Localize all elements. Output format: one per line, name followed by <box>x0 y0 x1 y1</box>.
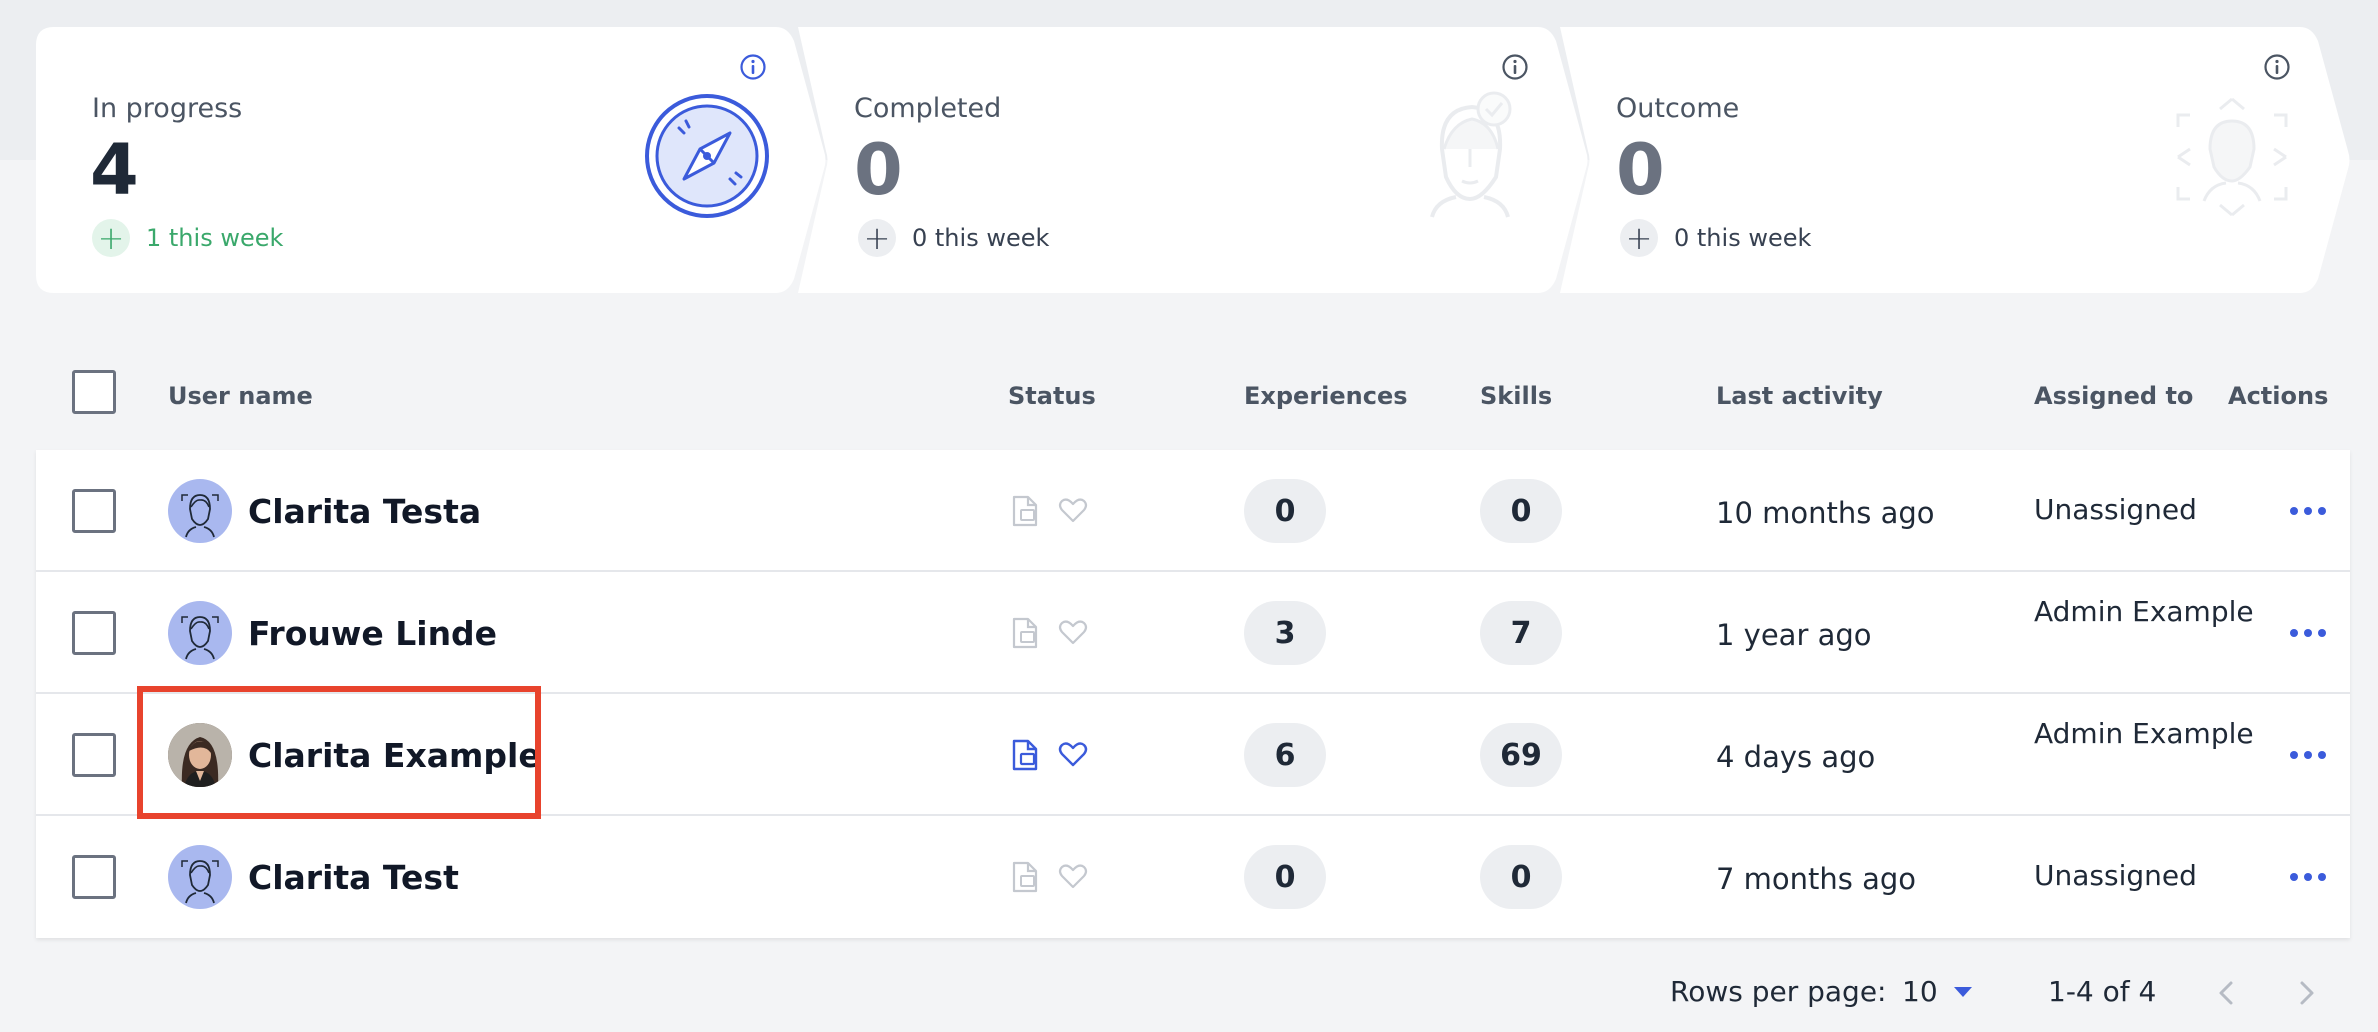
table-row[interactable]: Frouwe Linde 3 7 1 year ago Admin Exampl… <box>36 572 2350 694</box>
stat-delta-text: 0 this week <box>1674 224 1812 252</box>
stat-card-outcome[interactable]: Outcome 0 + 0 this week <box>1560 27 2352 293</box>
stat-value: 0 <box>1616 129 1665 211</box>
info-icon[interactable] <box>739 53 767 81</box>
user-name-link[interactable]: Frouwe Linde <box>248 614 497 653</box>
header-skills[interactable]: Skills <box>1480 382 1552 410</box>
stat-delta: + 0 this week <box>858 219 1049 257</box>
last-activity: 10 months ago <box>1716 496 1935 530</box>
heart-icon[interactable] <box>1058 861 1088 891</box>
row-checkbox[interactable] <box>72 733 116 777</box>
header-experiences[interactable]: Experiences <box>1244 382 1408 410</box>
document-icon[interactable] <box>1010 861 1040 893</box>
table-header: User name Status Experiences Skills Last… <box>36 360 2350 432</box>
more-actions-icon[interactable] <box>2280 740 2336 770</box>
stat-label: In progress <box>92 93 243 124</box>
last-activity: 4 days ago <box>1716 740 1876 774</box>
user-name-link[interactable]: Clarita Test <box>248 858 459 897</box>
pagination-range: 1-4 of 4 <box>2048 975 2157 1008</box>
info-icon[interactable] <box>2263 53 2291 81</box>
stat-value: 0 <box>854 129 903 211</box>
person-check-icon <box>1430 91 1512 218</box>
skills-count: 0 <box>1480 845 1562 909</box>
document-icon[interactable] <box>1010 495 1040 527</box>
status-icons <box>1010 861 1088 893</box>
select-all-checkbox[interactable] <box>72 370 116 414</box>
status-icons <box>1010 495 1088 527</box>
experiences-count: 6 <box>1244 723 1326 787</box>
more-actions-icon[interactable] <box>2280 862 2336 892</box>
table-row[interactable]: Clarita Test 0 0 7 months ago Unassigned <box>36 816 2350 938</box>
stats-cards: In progress 4 + 1 this week Completed 0 … <box>0 0 2378 300</box>
header-status[interactable]: Status <box>1008 382 1096 410</box>
status-icons <box>1010 617 1088 649</box>
user-name-link[interactable]: Clarita Testa <box>248 492 481 531</box>
caret-down-icon <box>1953 986 1972 997</box>
heart-icon[interactable] <box>1058 617 1088 647</box>
header-user-name[interactable]: User name <box>168 382 313 410</box>
last-activity: 7 months ago <box>1716 862 1917 896</box>
plus-icon: + <box>92 219 130 257</box>
default-avatar-icon <box>181 616 219 660</box>
experiences-count: 3 <box>1244 601 1326 665</box>
experiences-count: 0 <box>1244 479 1326 543</box>
stat-delta: + 1 this week <box>92 219 283 257</box>
stat-card-completed[interactable]: Completed 0 + 0 this week <box>798 27 1590 293</box>
assigned-to: Unassigned <box>2034 493 2197 526</box>
plus-icon: + <box>858 219 896 257</box>
stat-delta: + 0 this week <box>1620 219 1811 257</box>
status-icons <box>1010 739 1088 771</box>
avatar[interactable] <box>168 601 232 665</box>
heart-icon[interactable] <box>1058 739 1088 769</box>
table-row[interactable]: Clarita Testa 0 0 10 months ago Unassign… <box>36 450 2350 572</box>
assigned-to: Admin Example <box>2034 717 2254 750</box>
avatar[interactable] <box>168 845 232 909</box>
more-actions-icon[interactable] <box>2280 618 2336 648</box>
header-assigned-to[interactable]: Assigned to <box>2034 382 2193 410</box>
default-avatar-icon <box>181 494 219 538</box>
skills-count: 69 <box>1480 723 1562 787</box>
rows-per-page-select[interactable]: 10 <box>1902 975 1972 1008</box>
last-activity: 1 year ago <box>1716 618 1872 652</box>
highlight-box <box>137 686 541 819</box>
assigned-to: Unassigned <box>2034 859 2197 892</box>
row-checkbox[interactable] <box>72 611 116 655</box>
rows-per-page-value: 10 <box>1902 975 1938 1008</box>
chevron-right-icon[interactable] <box>2291 978 2321 1008</box>
avatar[interactable] <box>168 479 232 543</box>
chevron-left-icon[interactable] <box>2212 978 2242 1008</box>
info-icon[interactable] <box>1501 53 1529 81</box>
stat-delta-text: 0 this week <box>912 224 1050 252</box>
skills-count: 0 <box>1480 479 1562 543</box>
experiences-count: 0 <box>1244 845 1326 909</box>
heart-icon[interactable] <box>1058 495 1088 525</box>
rows-per-page-label: Rows per page: <box>1670 975 1887 1008</box>
document-icon[interactable] <box>1010 739 1040 771</box>
more-actions-icon[interactable] <box>2280 496 2336 526</box>
compass-icon <box>645 94 769 218</box>
stat-value: 4 <box>90 129 139 211</box>
person-target-icon <box>2176 97 2288 217</box>
row-checkbox[interactable] <box>72 489 116 533</box>
stat-label: Outcome <box>1616 93 1740 124</box>
plus-icon: + <box>1620 219 1658 257</box>
assigned-to: Admin Example <box>2034 595 2254 628</box>
header-actions: Actions <box>2228 382 2329 410</box>
stat-card-in-progress[interactable]: In progress 4 + 1 this week <box>36 27 828 293</box>
skills-count: 7 <box>1480 601 1562 665</box>
row-checkbox[interactable] <box>72 855 116 899</box>
default-avatar-icon <box>181 860 219 904</box>
document-icon[interactable] <box>1010 617 1040 649</box>
header-last-activity[interactable]: Last activity <box>1716 382 1883 410</box>
stat-label: Completed <box>854 93 1002 124</box>
stat-delta-text: 1 this week <box>146 224 284 252</box>
